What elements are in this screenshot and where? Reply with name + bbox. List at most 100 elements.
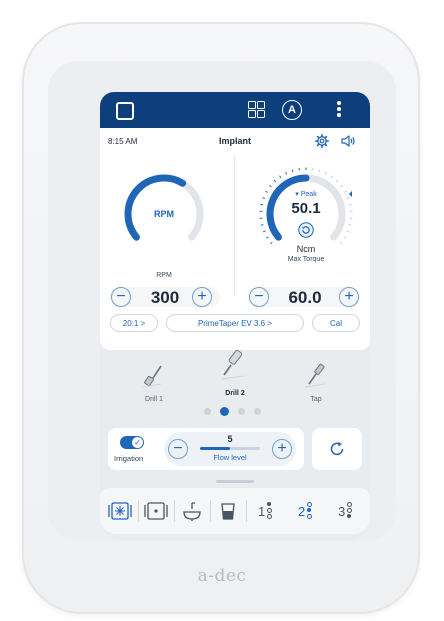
reset-peak-icon[interactable] — [298, 222, 314, 238]
torque-tick — [343, 236, 346, 239]
bottom-bar: 1 2 3 — [100, 488, 370, 534]
screen: A 8:15 AM Implant RPM RPM − 300 + ▾ Peak… — [100, 92, 370, 540]
square-icon[interactable] — [116, 102, 134, 120]
flow-track — [200, 447, 260, 450]
torque-tick — [285, 171, 288, 175]
tool-drill-1[interactable]: Drill 1 — [124, 358, 184, 403]
tool-label: Tap — [310, 396, 322, 403]
torque-increase-button[interactable]: + — [339, 287, 359, 307]
torque-tick — [260, 224, 264, 226]
pager-dot-active[interactable] — [220, 407, 229, 416]
torque-label: Max Torque — [287, 256, 325, 263]
position-2-label: 2 — [298, 504, 306, 519]
position-dot — [267, 502, 271, 506]
rpm-value: 300 — [150, 288, 180, 307]
torque-tick — [266, 236, 269, 239]
tool-tap[interactable]: Tap — [286, 358, 346, 403]
rotate-icon — [330, 441, 344, 456]
rpm-gauge-label: RPM — [154, 209, 174, 219]
flow-decrease-button[interactable]: − — [168, 439, 188, 459]
ratio-chip[interactable]: 20:1 > — [110, 314, 158, 332]
rpm-gauge-fill — [124, 174, 187, 241]
flow-fill — [200, 447, 230, 450]
position-1-label: 1 — [258, 504, 266, 519]
torque-tick — [262, 230, 266, 233]
flow-increase-button[interactable]: + — [272, 439, 292, 459]
more-vertical-icon[interactable] — [336, 99, 342, 121]
grid-icon[interactable] — [248, 101, 266, 119]
flow-label: Flow level — [213, 453, 247, 462]
pager-dot[interactable] — [254, 408, 261, 415]
irrigation-panel: ✓ Irrigation − 5 Flow level + — [108, 428, 304, 470]
implant-chip[interactable]: PrimeTaper EV 3.6 > — [166, 314, 304, 332]
tap-icon — [304, 363, 326, 388]
torque-peak-marker — [349, 191, 352, 197]
torque-tick — [335, 179, 339, 183]
cup-icon[interactable] — [216, 500, 240, 522]
position-2-icon[interactable]: 2 — [296, 500, 320, 522]
torque-tick — [318, 169, 321, 173]
bottom-bar-divider — [138, 500, 139, 522]
calibrate-chip[interactable]: Cal — [312, 314, 360, 332]
torque-tick — [291, 169, 294, 173]
pager-dot[interactable] — [204, 408, 211, 415]
a-circle-icon[interactable]: A — [282, 100, 302, 120]
torque-value: 60.0 — [288, 288, 322, 307]
snowflake-box-icon[interactable] — [108, 500, 132, 522]
position-3-label: 3 — [338, 504, 346, 519]
torque-tick — [279, 175, 282, 179]
torque-tick — [273, 179, 277, 183]
torque-tick — [348, 203, 352, 206]
torque-tick — [269, 184, 272, 188]
bottom-bar-divider — [174, 500, 175, 522]
position-dot — [347, 508, 352, 513]
torque-tick — [346, 230, 350, 233]
position-dot — [307, 502, 312, 507]
tool-drill-2[interactable]: Drill 2 — [205, 346, 265, 397]
drill-1-icon — [142, 365, 162, 388]
torque-tick — [262, 197, 266, 199]
peak-caret-icon: ▾ — [295, 191, 299, 198]
torque-tick — [260, 203, 264, 206]
page-title: Implant — [218, 136, 251, 146]
irrigation-label: Irrigation — [114, 454, 144, 463]
dot-box-icon[interactable] — [144, 500, 168, 522]
carousel-pager — [204, 407, 266, 416]
brand-logo: a-dec — [197, 566, 247, 586]
position-3-icon[interactable]: 3 — [336, 500, 360, 522]
position-dot — [347, 502, 352, 507]
drill-2-icon — [221, 349, 245, 380]
position-dot — [307, 514, 312, 519]
bowl-icon[interactable] — [180, 500, 204, 522]
position-dot — [267, 508, 272, 513]
drawer-handle[interactable] — [216, 480, 254, 483]
position-1-icon[interactable]: 1 — [256, 500, 280, 522]
top-bar: A — [100, 92, 370, 128]
rpm-label: RPM — [156, 272, 172, 279]
pager-dot[interactable] — [238, 408, 245, 415]
flow-value: 5 — [227, 434, 233, 444]
speaker-icon[interactable] — [340, 134, 356, 148]
torque-tick — [348, 224, 352, 226]
irrigation-toggle[interactable]: ✓ — [120, 436, 144, 449]
position-dot — [267, 514, 272, 519]
torque-tick — [346, 197, 350, 199]
peak-label: ▾ Peak — [276, 190, 336, 198]
rpm-increase-button[interactable]: + — [192, 287, 212, 307]
peak-label-text: Peak — [300, 191, 317, 198]
torque-tick — [340, 184, 343, 188]
position-dot — [307, 508, 311, 512]
flow-stepper: − 5 Flow level + — [164, 432, 296, 466]
rotate-button[interactable] — [312, 428, 362, 470]
position-dot — [347, 514, 351, 518]
torque-decrease-button[interactable]: − — [249, 287, 269, 307]
rpm-decrease-button[interactable]: − — [111, 287, 131, 307]
torque-tick — [339, 241, 342, 245]
peak-value: 50.1 — [291, 200, 321, 217]
torque-unit: Ncm — [296, 244, 316, 254]
check-icon: ✓ — [132, 437, 143, 448]
torque-tick — [344, 190, 347, 193]
torque-tick — [270, 241, 273, 245]
gear-icon[interactable] — [315, 134, 329, 148]
torque-tick — [330, 175, 333, 179]
